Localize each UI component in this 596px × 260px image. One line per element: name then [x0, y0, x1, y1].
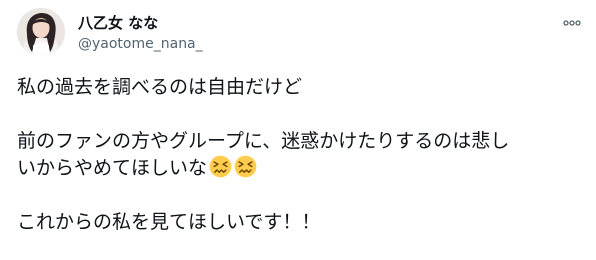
tweet-line: 私の過去を調べるのは自由だけど: [17, 76, 303, 98]
more-horizontal-icon: [563, 20, 581, 26]
tweet-line: いからやめてほしいな: [17, 157, 208, 179]
tweet-card: 八乙女 なな @yaotome_nana_ 私の過去を調べるのは自由だけど 前の…: [0, 0, 596, 260]
tweet-line-with-emoji: いからやめてほしいな: [17, 155, 577, 182]
confounded-face-emoji-icon: [234, 155, 257, 178]
tweet-line: これからの私を見てほしいです！！: [17, 211, 321, 233]
user-handle[interactable]: @yaotome_nana_: [78, 34, 203, 54]
author-info: 八乙女 なな @yaotome_nana_: [78, 13, 203, 54]
avatar[interactable]: [17, 8, 65, 56]
display-name[interactable]: 八乙女 なな: [78, 13, 203, 33]
tweet-line: 前のファンの方やグループに、迷惑かけたりするのは悲し: [17, 130, 510, 152]
more-options-button[interactable]: [562, 13, 582, 33]
tweet-text: 私の過去を調べるのは自由だけど 前のファンの方やグループに、迷惑かけたりするのは…: [17, 74, 577, 236]
avatar-image: [17, 8, 65, 56]
confounded-face-emoji-icon: [209, 155, 232, 178]
